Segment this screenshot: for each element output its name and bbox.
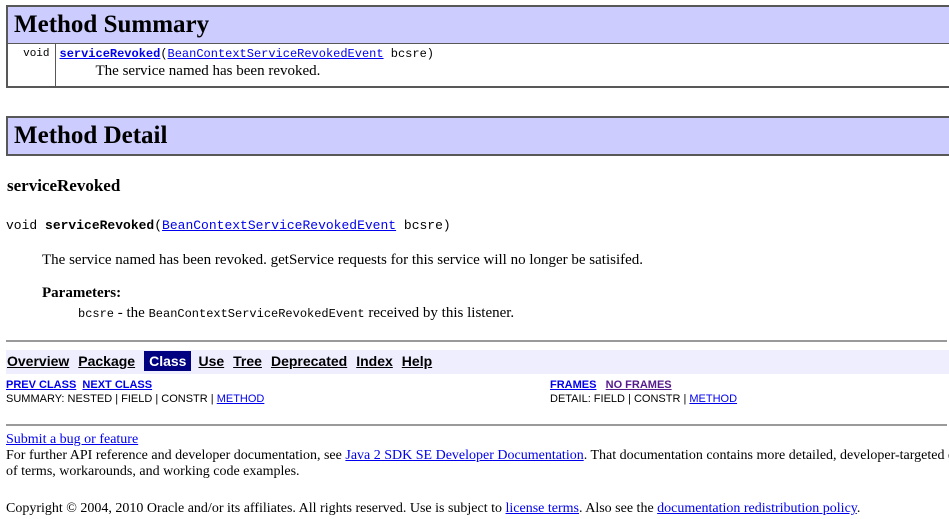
api-text-before: For further API reference and developer … (6, 448, 345, 463)
nav-index[interactable]: Index (356, 353, 393, 369)
paren-close: bcsre) (396, 218, 451, 233)
copyright-middle: . Also see the (579, 501, 657, 516)
param-rest: received by this listener. (365, 305, 515, 321)
method-detail-table: Method Detail (6, 116, 949, 156)
method-detail-header-row: Method Detail (7, 117, 949, 155)
paren-open: ( (154, 218, 162, 233)
divider (6, 424, 947, 426)
summary-prefix: SUMMARY: NESTED | FIELD | CONSTR | (6, 393, 217, 405)
nav-overview[interactable]: Overview (7, 353, 69, 369)
detail-links-line: DETAIL: FIELD | CONSTR | METHOD (550, 392, 737, 406)
param-type-link[interactable]: BeanContextServiceRevokedEvent (168, 47, 384, 61)
prev-next-line: PREV CLASS NEXT CLASS (6, 378, 550, 392)
nav-deprecated[interactable]: Deprecated (271, 353, 347, 369)
parameters-label: Parameters: (42, 285, 949, 302)
next-class-link[interactable]: NEXT CLASS (82, 379, 152, 391)
javadoc-page: Method Summary void serviceRevoked(BeanC… (0, 0, 949, 517)
paren-open: ( (160, 47, 167, 61)
prev-class-link[interactable]: PREV CLASS (6, 379, 76, 391)
method-detail-description: The service named has been revoked. getS… (42, 252, 949, 269)
method-summary-description: The service named has been revoked. (60, 63, 949, 80)
nav-class-selected: Class (144, 351, 191, 371)
footer: Submit a bug or feature For further API … (6, 432, 949, 517)
license-terms-link[interactable]: license terms (506, 501, 579, 516)
api-reference-wrap-line: of terms, workarounds, and working code … (6, 464, 949, 480)
param-type-text: BeanContextServiceRevokedEvent (149, 307, 365, 321)
frames-line: FRAMES NO FRAMES (550, 378, 737, 392)
nav-package[interactable]: Package (78, 353, 135, 369)
subnav-right: FRAMES NO FRAMES DETAIL: FIELD | CONSTR … (550, 378, 737, 406)
nav-help[interactable]: Help (402, 353, 432, 369)
navigation-bar: Overview Package Class Use Tree Deprecated Ind… (6, 350, 949, 374)
method-cell: serviceRevoked(BeanContextServiceRevoked… (55, 44, 949, 88)
method-signature-detail: void serviceRevoked(BeanContextServiceRe… (6, 218, 949, 233)
method-heading: serviceRevoked (7, 176, 949, 196)
copyright-period: . (857, 501, 861, 516)
sub-navigation: PREV CLASS NEXT CLASS SUMMARY: NESTED | … (6, 378, 949, 406)
param-name: bcsre (78, 307, 114, 321)
param-separator: - the (114, 305, 149, 321)
param-type-link[interactable]: BeanContextServiceRevokedEvent (162, 218, 396, 233)
submit-bug-line: Submit a bug or feature (6, 432, 949, 448)
no-frames-link[interactable]: NO FRAMES (606, 379, 672, 391)
submit-bug-link[interactable]: Submit a bug or feature (6, 432, 138, 447)
return-type-cell: void (7, 44, 55, 88)
developer-documentation-link[interactable]: Java 2 SDK SE Developer Documentation (345, 448, 583, 463)
divider (6, 340, 947, 342)
api-reference-line: For further API reference and developer … (6, 448, 949, 464)
subnav-left: PREV CLASS NEXT CLASS SUMMARY: NESTED | … (6, 378, 550, 406)
redistribution-policy-link[interactable]: documentation redistribution policy (657, 501, 857, 516)
method-summary-title: Method Summary (7, 6, 949, 44)
detail-prefix: DETAIL: FIELD | CONSTR | (550, 393, 689, 405)
detail-method-link[interactable]: METHOD (689, 393, 737, 405)
summary-method-link[interactable]: METHOD (217, 393, 265, 405)
parameter-description: bcsre - the BeanContextServiceRevokedEve… (78, 305, 949, 322)
api-text-after: . That documentation contains more detai… (584, 448, 949, 463)
table-row: void serviceRevoked(BeanContextServiceRe… (7, 44, 949, 88)
copyright-text: Copyright © 2004, 2010 Oracle and/or its… (6, 501, 506, 516)
summary-links-line: SUMMARY: NESTED | FIELD | CONSTR | METHO… (6, 392, 550, 406)
method-detail-title: Method Detail (7, 117, 949, 155)
paren-close: bcsre) (384, 47, 434, 61)
method-summary-header-row: Method Summary (7, 6, 949, 44)
service-revoked-link[interactable]: serviceRevoked (60, 47, 161, 61)
method-name-text: serviceRevoked (45, 218, 154, 233)
copyright-line: Copyright © 2004, 2010 Oracle and/or its… (6, 501, 949, 517)
nav-tree[interactable]: Tree (233, 353, 262, 369)
nav-use[interactable]: Use (198, 353, 224, 369)
method-signature-summary: serviceRevoked(BeanContextServiceRevoked… (60, 47, 949, 61)
frames-link[interactable]: FRAMES (550, 379, 596, 391)
spacer (596, 379, 605, 391)
method-summary-table: Method Summary void serviceRevoked(BeanC… (6, 5, 949, 88)
return-keyword: void (6, 218, 45, 233)
